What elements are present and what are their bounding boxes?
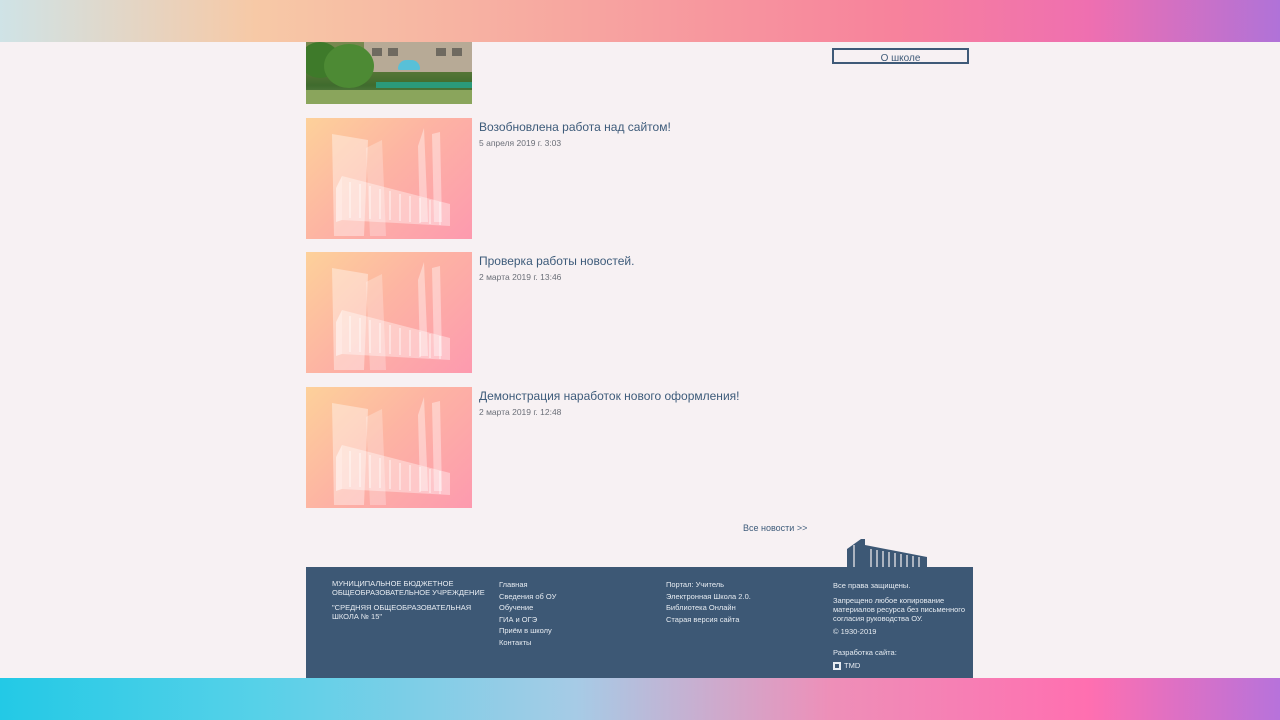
news-item: Проверка работы новостей. 2 марта 2019 г… (306, 252, 973, 373)
about-school-button[interactable]: О школе (832, 48, 969, 64)
footer-link-old-site[interactable]: Старая версия сайта (666, 614, 751, 626)
footer-link-library[interactable]: Библиотека Онлайн (666, 602, 751, 614)
page: О школе Возобновлена работа над сайтом! … (0, 42, 1280, 678)
photo-window (452, 48, 462, 56)
bottom-gradient-band (0, 678, 1280, 720)
footer-link-education[interactable]: Обучение (499, 602, 556, 614)
news-item: Возобновлена работа над сайтом! 5 апреля… (306, 118, 973, 239)
news-date: 2 марта 2019 г. 12:48 (479, 407, 562, 417)
photo-umbrella (398, 60, 420, 70)
news-title-link[interactable]: Проверка работы новостей. (479, 254, 634, 268)
school-building-icon (332, 262, 450, 370)
org-name-line: МУНИЦИПАЛЬНОЕ БЮДЖЕТНОЕ (332, 579, 454, 588)
photo-window (436, 48, 446, 56)
news-photo-thumbnail[interactable] (306, 42, 472, 104)
content-container: О школе Возобновлена работа над сайтом! … (306, 42, 973, 678)
news-thumbnail[interactable] (306, 118, 472, 239)
developer-label: Разработка сайта: (833, 648, 897, 657)
top-gradient-band (0, 0, 1280, 42)
footer-link-home[interactable]: Главная (499, 579, 556, 591)
news-date: 5 апреля 2019 г. 3:03 (479, 138, 562, 148)
developer-link[interactable]: TMD (833, 661, 860, 670)
news-thumbnail[interactable] (306, 387, 472, 508)
footer-portal-column: Портал: Учитель Электронная Школа 2.0. Б… (666, 579, 751, 625)
footer-org-column: МУНИЦИПАЛЬНОЕ БЮДЖЕТНОЕ ОБЩЕОБРАЗОВАТЕЛЬ… (332, 579, 485, 621)
news-thumbnail[interactable] (306, 252, 472, 373)
all-news-link[interactable]: Все новости >> (743, 523, 807, 533)
developer-name: TMD (844, 661, 861, 670)
photo-fence (376, 82, 472, 88)
news-date: 2 марта 2019 г. 13:46 (479, 272, 562, 282)
footer-link-contacts[interactable]: Контакты (499, 637, 556, 649)
footer-link-admission[interactable]: Приём в школу (499, 625, 556, 637)
school-building-icon (332, 128, 450, 236)
photo-window (372, 48, 382, 56)
copyright-years: © 1930-2019 (833, 627, 877, 636)
photo-window (388, 48, 398, 56)
school-building-icon (847, 539, 927, 567)
footer-link-exams[interactable]: ГИА и ОГЭ (499, 614, 556, 626)
footer-link-about[interactable]: Сведения об ОУ (499, 591, 556, 603)
copy-note-line: материалов ресурса без письменного (833, 605, 966, 614)
news-title-link[interactable]: Демонстрация наработок нового оформления… (479, 389, 739, 403)
org-name-line: ШКОЛА № 15" (332, 612, 383, 621)
photo-ground (306, 90, 472, 104)
news-title-link[interactable]: Возобновлена работа над сайтом! (479, 120, 671, 134)
site-footer: МУНИЦИПАЛЬНОЕ БЮДЖЕТНОЕ ОБЩЕОБРАЗОВАТЕЛЬ… (306, 567, 973, 678)
copy-note-line: согласия руководства ОУ. (833, 614, 923, 623)
tmd-logo-icon (833, 661, 841, 670)
footer-link-e-school[interactable]: Электронная Школа 2.0. (666, 591, 751, 603)
rights-text: Все права защищены. (833, 581, 911, 590)
footer-legal-column: Все права защищены. Запрещено любое копи… (833, 579, 965, 672)
school-building-icon (332, 397, 450, 505)
photo-tree (324, 44, 374, 88)
org-name-line: "СРЕДНЯЯ ОБЩЕОБРАЗОВАТЕЛЬНАЯ (332, 603, 472, 612)
copy-note-line: Запрещено любое копирование (833, 596, 945, 605)
footer-nav-column: Главная Сведения об ОУ Обучение ГИА и ОГ… (499, 579, 556, 648)
org-name-line: ОБЩЕОБРАЗОВАТЕЛЬНОЕ УЧРЕЖДЕНИЕ (332, 588, 485, 597)
news-item: Демонстрация наработок нового оформления… (306, 387, 973, 508)
footer-link-teacher-portal[interactable]: Портал: Учитель (666, 579, 751, 591)
